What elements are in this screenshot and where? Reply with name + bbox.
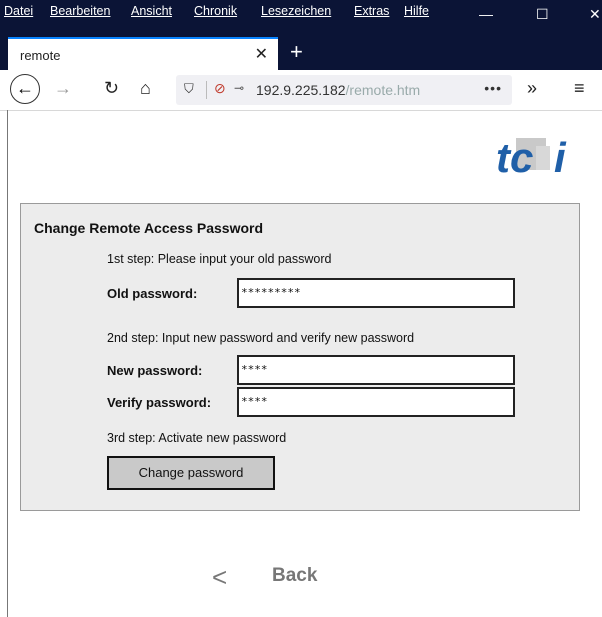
new-password-field[interactable]: **** xyxy=(237,355,515,385)
reload-icon[interactable]: ↻ xyxy=(104,78,119,99)
close-window-icon[interactable]: ✕ xyxy=(589,6,601,23)
step2-text: 2nd step: Input new password and verify … xyxy=(107,331,415,345)
menu-extras[interactable]: Extras xyxy=(354,4,389,18)
verify-password-field[interactable]: **** xyxy=(237,387,515,417)
page-actions-icon[interactable]: ••• xyxy=(484,80,502,96)
change-password-button[interactable]: Change password xyxy=(107,456,275,490)
url-divider xyxy=(206,81,207,99)
new-tab-icon[interactable]: + xyxy=(290,39,303,65)
url-bar[interactable]: ⛉ ⊘ ⊸ 192.9.225.182/remote.htm ••• xyxy=(176,75,512,105)
key-icon[interactable]: ⊸ xyxy=(234,81,244,95)
svg-text:i: i xyxy=(554,134,567,180)
page-left-border xyxy=(7,110,8,617)
back-link[interactable]: Back xyxy=(272,565,317,587)
company-logo: tc i xyxy=(496,134,567,180)
menu-datei[interactable]: Datei xyxy=(4,4,33,18)
back-arrow-icon[interactable]: ← xyxy=(10,74,40,104)
shield-icon[interactable]: ⛉ xyxy=(184,81,194,97)
menu-lesezeichen[interactable]: Lesezeichen xyxy=(261,4,331,18)
step3-text: 3rd step: Activate new password xyxy=(107,431,287,445)
change-password-panel: Change Remote Access Password 1st step: … xyxy=(20,203,580,511)
menu-bearbeiten[interactable]: Bearbeiten xyxy=(50,4,110,18)
step1-text: 1st step: Please input your old password xyxy=(107,252,332,266)
menu-hamburger-icon[interactable]: ≡ xyxy=(574,78,585,99)
minimize-icon[interactable]: — xyxy=(479,6,493,22)
menu-chronik[interactable]: Chronik xyxy=(194,4,237,18)
forward-arrow-icon[interactable]: → xyxy=(54,78,72,99)
url-text[interactable]: 192.9.225.182/remote.htm xyxy=(256,82,452,98)
close-tab-icon[interactable]: ✕ xyxy=(255,44,268,64)
tab-title: remote xyxy=(20,48,61,63)
maximize-icon[interactable]: ☐ xyxy=(536,6,549,23)
menu-hilfe[interactable]: Hilfe xyxy=(404,4,429,18)
tab-remote[interactable]: remote ✕ xyxy=(8,37,278,70)
back-chevron-icon[interactable]: < xyxy=(212,562,227,593)
old-password-field[interactable]: ********* xyxy=(237,278,515,308)
new-password-label: New password: xyxy=(107,363,203,378)
menu-ansicht[interactable]: Ansicht xyxy=(131,4,172,18)
overflow-chevron-icon[interactable]: » xyxy=(527,78,537,99)
insecure-lock-icon[interactable]: ⊘ xyxy=(214,80,226,97)
verify-password-label: Verify password: xyxy=(107,395,212,410)
home-icon[interactable]: ⌂ xyxy=(140,78,151,99)
navigation-bar: ← → ↻ ⌂ ⛉ ⊘ ⊸ 192.9.225.182/remote.htm •… xyxy=(0,70,602,111)
svg-text:tc: tc xyxy=(496,134,533,180)
panel-title: Change Remote Access Password xyxy=(34,220,264,236)
title-menu-bar: Datei Bearbeiten Ansicht Chronik Lesezei… xyxy=(0,0,602,37)
tab-strip: remote ✕ + xyxy=(0,37,602,70)
old-password-label: Old password: xyxy=(107,286,198,301)
